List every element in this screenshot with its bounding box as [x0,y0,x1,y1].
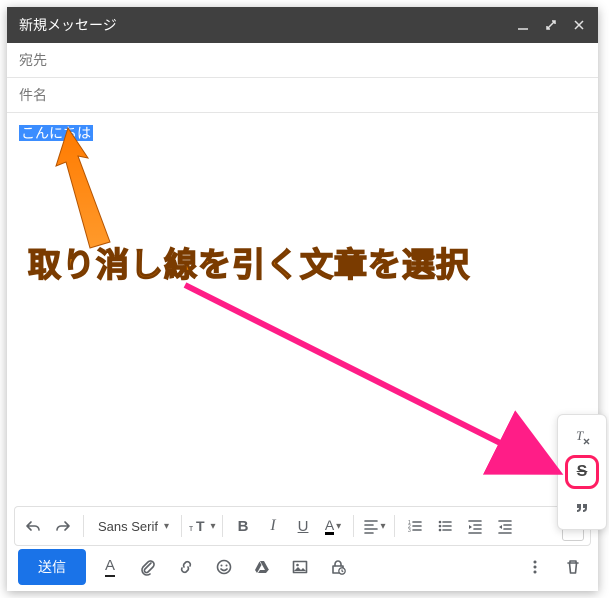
link-icon [177,558,195,576]
minimize-button[interactable] [516,18,530,32]
redo-icon [55,518,71,534]
insert-drive-button[interactable] [248,553,276,581]
emoji-icon [215,558,233,576]
annotation-arrow-magenta [180,280,590,520]
svg-text:3: 3 [408,528,411,534]
more-options-button[interactable] [521,553,549,581]
send-toolbar: 送信 A [14,547,591,587]
expand-icon [545,19,557,31]
drive-icon [253,558,271,576]
title-bar: 新規メッセージ [7,7,598,43]
photo-icon [291,558,309,576]
indent-decrease-icon [467,518,483,534]
insert-link-button[interactable] [172,553,200,581]
to-field[interactable]: 宛先 [7,43,598,78]
close-button[interactable] [572,18,586,32]
undo-button[interactable] [19,512,47,540]
text-style-glyph: A [105,557,115,577]
svg-text:T: T [196,518,205,534]
close-icon [573,19,585,31]
list-bulleted-icon [437,518,453,534]
font-name: Sans Serif [98,519,158,534]
insert-emoji-button[interactable] [210,553,238,581]
more-icon [526,558,544,576]
indent-increase-icon [497,518,513,534]
attach-icon [139,558,157,576]
trash-icon [564,558,582,576]
chevron-down-icon: ▾ [164,521,169,532]
chevron-down-icon: ▾ [336,521,341,532]
chevron-down-icon: ▾ [381,521,386,532]
insert-photo-button[interactable] [286,553,314,581]
subject-field[interactable]: 件名 [7,78,598,113]
chevron-down-icon: ▾ [211,521,216,532]
window-title: 新規メッセージ [19,15,502,35]
font-size-icon: ᴛ T [189,518,209,534]
redo-button[interactable] [49,512,77,540]
confidential-mode-button[interactable] [324,553,352,581]
discard-draft-button[interactable] [559,553,587,581]
svg-text:ᴛ: ᴛ [189,523,193,533]
align-left-icon [363,518,379,534]
attach-button[interactable] [134,553,162,581]
minimize-icon [517,19,529,31]
text-style-button[interactable]: A [96,553,124,581]
maximize-button[interactable] [544,18,558,32]
subject-label: 件名 [19,85,47,105]
text-color-glyph: A [325,518,334,535]
separator [83,515,84,537]
to-label: 宛先 [19,50,47,70]
font-picker[interactable]: Sans Serif ▾ [90,512,175,540]
list-numbered-icon: 123 [407,518,423,534]
schedule-lock-icon [329,558,347,576]
annotation-arrow-orange [48,120,148,260]
undo-icon [25,518,41,534]
send-button[interactable]: 送信 [18,549,86,585]
